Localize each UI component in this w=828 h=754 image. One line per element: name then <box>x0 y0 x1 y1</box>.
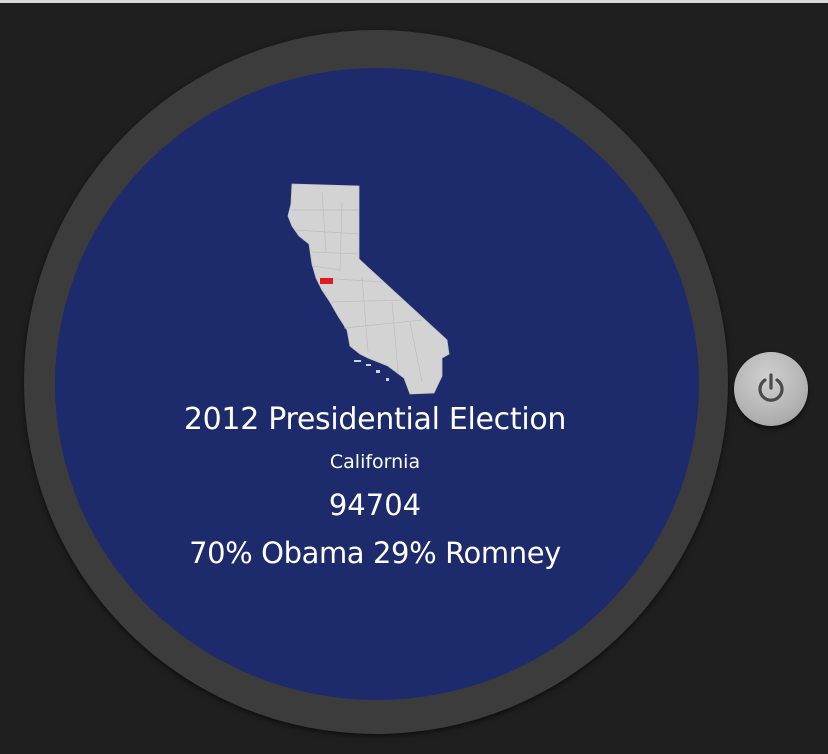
california-outline <box>287 183 450 395</box>
window-top-edge <box>0 0 828 3</box>
power-button[interactable] <box>734 352 808 426</box>
california-map-icon <box>282 182 468 397</box>
zip-code: 94704 <box>328 488 422 522</box>
power-icon <box>758 373 784 402</box>
highlighted-county <box>320 278 333 284</box>
election-result: 70% Obama 29% Romney <box>189 536 561 570</box>
election-title: 2012 Presidential Election <box>183 402 567 437</box>
state-name: California <box>329 451 421 473</box>
